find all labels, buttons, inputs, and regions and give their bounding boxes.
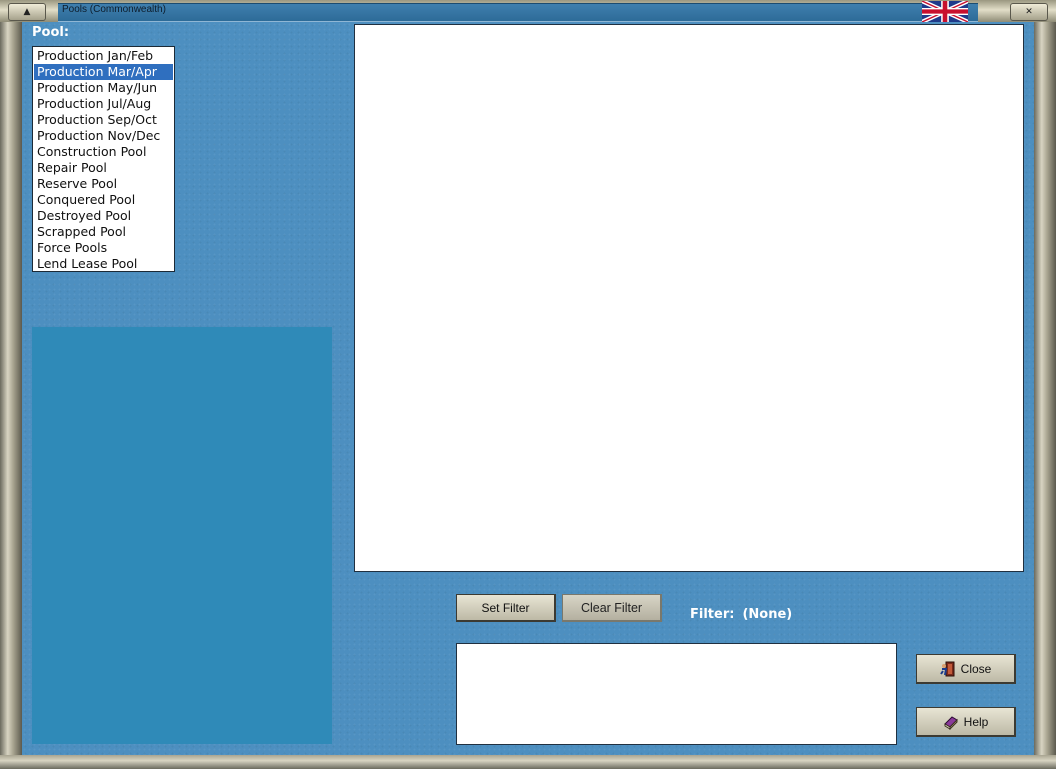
minimize-button[interactable]: ▲	[8, 3, 46, 21]
frame-right	[1034, 22, 1056, 755]
pool-list-item[interactable]: Lend Lease Pool	[34, 256, 173, 272]
pool-list-item[interactable]: Production Sep/Oct	[34, 112, 173, 128]
exit-door-icon	[939, 661, 956, 677]
filter-status-label: Filter:	[690, 607, 735, 622]
close-icon: ✕	[1025, 7, 1033, 17]
frame-bottom	[0, 755, 1056, 769]
window-title: Pools (Commonwealth)	[62, 4, 166, 15]
uk-flag-icon	[922, 1, 968, 22]
pool-list-item[interactable]: Production Jan/Feb	[34, 48, 173, 64]
set-filter-button[interactable]: Set Filter	[456, 594, 556, 622]
pool-list-item[interactable]: Destroyed Pool	[34, 208, 173, 224]
close-button[interactable]: Close	[916, 654, 1016, 684]
title-plate	[58, 3, 978, 22]
pool-list-item[interactable]: Production Mar/Apr	[34, 64, 173, 80]
pool-list-item[interactable]: Production Jul/Aug	[34, 96, 173, 112]
pool-list-item[interactable]: Conquered Pool	[34, 192, 173, 208]
pool-list-item[interactable]: Production May/Jun	[34, 80, 173, 96]
close-window-button[interactable]: ✕	[1010, 3, 1048, 21]
pool-list-item[interactable]: Reserve Pool	[34, 176, 173, 192]
title-bar: ▲ Pools (Commonwealth) ✕	[0, 0, 1056, 22]
pool-list-item[interactable]: Construction Pool	[34, 144, 173, 160]
pool-list-item[interactable]: Repair Pool	[34, 160, 173, 176]
help-button[interactable]: Help	[916, 707, 1016, 737]
info-text-box	[456, 643, 897, 745]
pool-listbox[interactable]: Production Jan/Feb Production Mar/Apr Prod…	[32, 46, 175, 272]
unit-list-view[interactable]	[354, 24, 1024, 572]
pool-label: Pool:	[32, 25, 70, 40]
clear-filter-button[interactable]: Clear Filter	[562, 594, 662, 622]
clear-filter-label: Clear Filter	[580, 600, 643, 615]
close-button-label: Close	[960, 661, 992, 676]
frame-left	[0, 22, 22, 755]
help-button-label: Help	[963, 714, 989, 729]
pool-list-item[interactable]: Production Nov/Dec	[34, 128, 173, 144]
pool-detail-panel	[32, 327, 332, 744]
pool-list-item[interactable]: Force Pools	[34, 240, 173, 256]
pool-list-item[interactable]: Scrapped Pool	[34, 224, 173, 240]
filter-status-value: (None)	[742, 607, 793, 622]
minimize-icon: ▲	[23, 7, 31, 17]
set-filter-label: Set Filter	[481, 600, 530, 615]
filter-status: Filter: (None)	[690, 607, 800, 622]
help-book-icon	[943, 714, 959, 730]
